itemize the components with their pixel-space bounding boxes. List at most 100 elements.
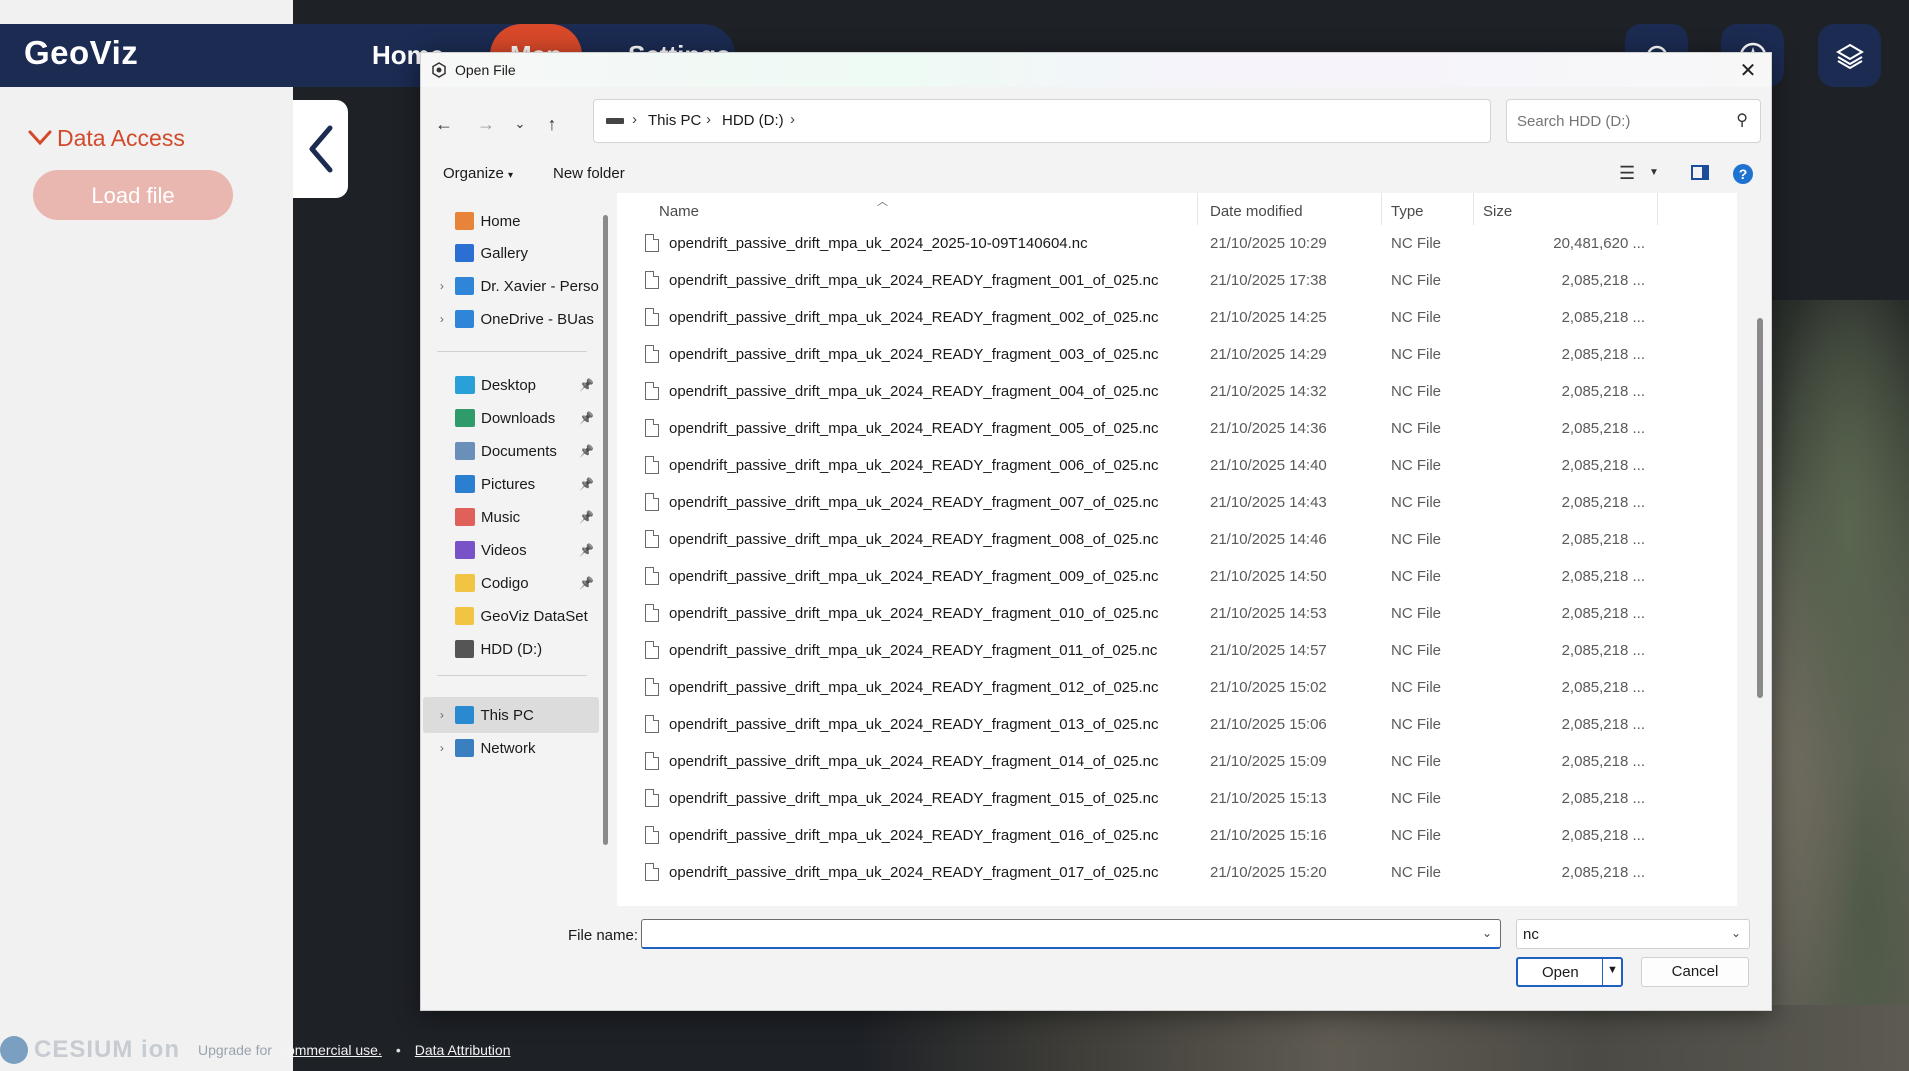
pin-icon[interactable]: 📌 bbox=[579, 411, 594, 425]
navigation-scrollbar[interactable] bbox=[603, 215, 608, 845]
cesium-logo[interactable]: CESIUM ion bbox=[34, 1036, 180, 1064]
nav-item-music[interactable]: Music 📌 bbox=[423, 499, 599, 535]
column-date-modified[interactable]: Date modified bbox=[1210, 203, 1303, 220]
arrow-up-icon: ↑ bbox=[547, 113, 557, 134]
file-row[interactable]: opendrift_passive_drift_mpa_uk_2024_READ… bbox=[617, 595, 1737, 632]
nav-item-videos[interactable]: Videos 📌 bbox=[423, 532, 599, 568]
address-bar[interactable]: › This PC › HDD (D:) › bbox=[593, 99, 1491, 143]
caret-down-icon[interactable]: ▼ bbox=[1649, 167, 1659, 178]
file-name: opendrift_passive_drift_mpa_uk_2024_READ… bbox=[669, 716, 1159, 733]
nav-item-downloads[interactable]: Downloads 📌 bbox=[423, 400, 599, 436]
up-button[interactable]: ↑ bbox=[537, 109, 567, 139]
breadcrumb-separator-icon: › bbox=[632, 111, 637, 128]
chevron-right-icon[interactable]: › bbox=[429, 312, 455, 326]
file-row[interactable]: opendrift_passive_drift_mpa_uk_2024_2025… bbox=[617, 225, 1737, 262]
pin-icon[interactable]: 📌 bbox=[579, 510, 594, 524]
chevron-down-icon[interactable]: ⌄ bbox=[1482, 926, 1492, 940]
commercial-use-link[interactable]: commercial use. bbox=[280, 1042, 382, 1058]
nav-item-desktop[interactable]: Desktop 📌 bbox=[423, 367, 599, 403]
file-row[interactable]: opendrift_passive_drift_mpa_uk_2024_READ… bbox=[617, 854, 1737, 891]
collapse-sidebar-button[interactable] bbox=[293, 100, 348, 198]
file-row[interactable]: opendrift_passive_drift_mpa_uk_2024_READ… bbox=[617, 817, 1737, 854]
column-divider[interactable] bbox=[1197, 193, 1198, 225]
nav-item-onedrive-buas[interactable]: › OneDrive - BUas bbox=[423, 301, 599, 337]
nav-item-network[interactable]: › Network bbox=[423, 730, 599, 766]
file-row[interactable]: opendrift_passive_drift_mpa_uk_2024_READ… bbox=[617, 706, 1737, 743]
satellite-terrain-bottom bbox=[860, 1005, 1909, 1071]
nav-item-dr-xavier-personal[interactable]: › Dr. Xavier - Personal bbox=[423, 268, 599, 304]
chevron-right-icon[interactable]: › bbox=[429, 741, 455, 755]
organize-button[interactable]: Organize ▾ bbox=[443, 165, 513, 182]
file-list-scrollbar[interactable] bbox=[1757, 318, 1763, 698]
chevron-down-icon[interactable] bbox=[28, 128, 52, 148]
layers-button[interactable] bbox=[1818, 24, 1881, 87]
breadcrumb-this-pc[interactable]: This PC bbox=[648, 112, 701, 129]
dialog-titlebar[interactable]: Open File ✕ bbox=[421, 53, 1771, 87]
file-row[interactable]: opendrift_passive_drift_mpa_uk_2024_READ… bbox=[617, 743, 1737, 780]
file-icon bbox=[645, 382, 659, 400]
load-file-button[interactable]: Load file bbox=[33, 170, 233, 220]
file-row[interactable]: opendrift_passive_drift_mpa_uk_2024_READ… bbox=[617, 336, 1737, 373]
file-row[interactable]: opendrift_passive_drift_mpa_uk_2024_READ… bbox=[617, 484, 1737, 521]
view-options-icon[interactable]: ☰ bbox=[1619, 163, 1635, 184]
nav-item-gallery[interactable]: Gallery bbox=[423, 235, 599, 271]
pin-icon[interactable]: 📌 bbox=[579, 543, 594, 557]
column-name[interactable]: Name bbox=[659, 203, 699, 220]
column-size[interactable]: Size bbox=[1483, 203, 1512, 220]
file-name-combobox[interactable]: ⌄ bbox=[641, 919, 1501, 949]
pin-icon[interactable]: 📌 bbox=[579, 576, 594, 590]
chevron-right-icon[interactable]: › bbox=[429, 708, 455, 722]
file-name-input[interactable] bbox=[648, 924, 1472, 946]
nav-item-geoviz-dataset[interactable]: GeoViz DataSet bbox=[423, 598, 599, 634]
file-row[interactable]: opendrift_passive_drift_mpa_uk_2024_READ… bbox=[617, 262, 1737, 299]
file-row[interactable]: opendrift_passive_drift_mpa_uk_2024_READ… bbox=[617, 521, 1737, 558]
breadcrumb-hdd[interactable]: HDD (D:) bbox=[722, 112, 784, 129]
column-divider[interactable] bbox=[1381, 193, 1382, 225]
upgrade-prefix: Upgrade for bbox=[198, 1042, 272, 1058]
file-row[interactable]: opendrift_passive_drift_mpa_uk_2024_READ… bbox=[617, 373, 1737, 410]
nav-item-hdd-d[interactable]: HDD (D:) bbox=[423, 631, 599, 667]
file-type-select[interactable]: nc ⌄ bbox=[1516, 919, 1750, 949]
new-folder-button[interactable]: New folder bbox=[553, 165, 625, 182]
help-icon[interactable]: ? bbox=[1733, 164, 1753, 184]
pin-icon[interactable]: 📌 bbox=[579, 378, 594, 392]
file-row[interactable]: opendrift_passive_drift_mpa_uk_2024_READ… bbox=[617, 447, 1737, 484]
column-divider[interactable] bbox=[1473, 193, 1474, 225]
preview-pane-icon[interactable] bbox=[1691, 165, 1709, 180]
file-row[interactable]: opendrift_passive_drift_mpa_uk_2024_READ… bbox=[617, 558, 1737, 595]
file-type: NC File bbox=[1391, 605, 1442, 622]
caret-down-icon[interactable]: ▼ bbox=[1607, 964, 1618, 976]
search-input[interactable] bbox=[1515, 108, 1719, 134]
nav-item-codigo[interactable]: Codigo 📌 bbox=[423, 565, 599, 601]
column-divider[interactable] bbox=[1657, 193, 1658, 225]
data-attribution-link[interactable]: Data Attribution bbox=[415, 1042, 511, 1058]
nav-item-documents[interactable]: Documents 📌 bbox=[423, 433, 599, 469]
section-title-data-access[interactable]: Data Access bbox=[57, 125, 185, 152]
nav-item-pictures[interactable]: Pictures 📌 bbox=[423, 466, 599, 502]
chevron-right-icon[interactable]: › bbox=[429, 279, 455, 293]
file-row[interactable]: opendrift_passive_drift_mpa_uk_2024_READ… bbox=[617, 780, 1737, 817]
nav-item-home[interactable]: Home bbox=[423, 203, 599, 239]
nav-item-this-pc[interactable]: › This PC bbox=[423, 697, 599, 733]
open-button[interactable]: Open ▼ bbox=[1516, 957, 1623, 987]
file-row[interactable]: opendrift_passive_drift_mpa_uk_2024_READ… bbox=[617, 669, 1737, 706]
file-row[interactable]: opendrift_passive_drift_mpa_uk_2024_READ… bbox=[617, 632, 1737, 669]
file-type: NC File bbox=[1391, 753, 1442, 770]
back-button[interactable]: ← bbox=[429, 109, 459, 139]
search-box[interactable]: ⚲ bbox=[1506, 99, 1761, 143]
cancel-button[interactable]: Cancel bbox=[1641, 957, 1749, 987]
file-size: 2,085,218 ... bbox=[1561, 457, 1645, 474]
file-icon bbox=[645, 456, 659, 474]
nav-item-label: HDD (D:) bbox=[480, 640, 543, 658]
file-row[interactable]: opendrift_passive_drift_mpa_uk_2024_READ… bbox=[617, 299, 1737, 336]
recent-locations-button[interactable]: ⌄ bbox=[505, 109, 535, 139]
column-type[interactable]: Type bbox=[1391, 203, 1424, 220]
pin-icon[interactable]: 📌 bbox=[579, 444, 594, 458]
file-row[interactable]: opendrift_passive_drift_mpa_uk_2024_READ… bbox=[617, 410, 1737, 447]
pin-icon[interactable]: 📌 bbox=[579, 477, 594, 491]
file-icon bbox=[645, 789, 659, 807]
chevron-left-icon bbox=[309, 125, 332, 173]
close-button[interactable]: ✕ bbox=[1725, 53, 1771, 87]
forward-button[interactable]: → bbox=[471, 109, 501, 139]
nav-item-label: Documents bbox=[481, 442, 557, 460]
